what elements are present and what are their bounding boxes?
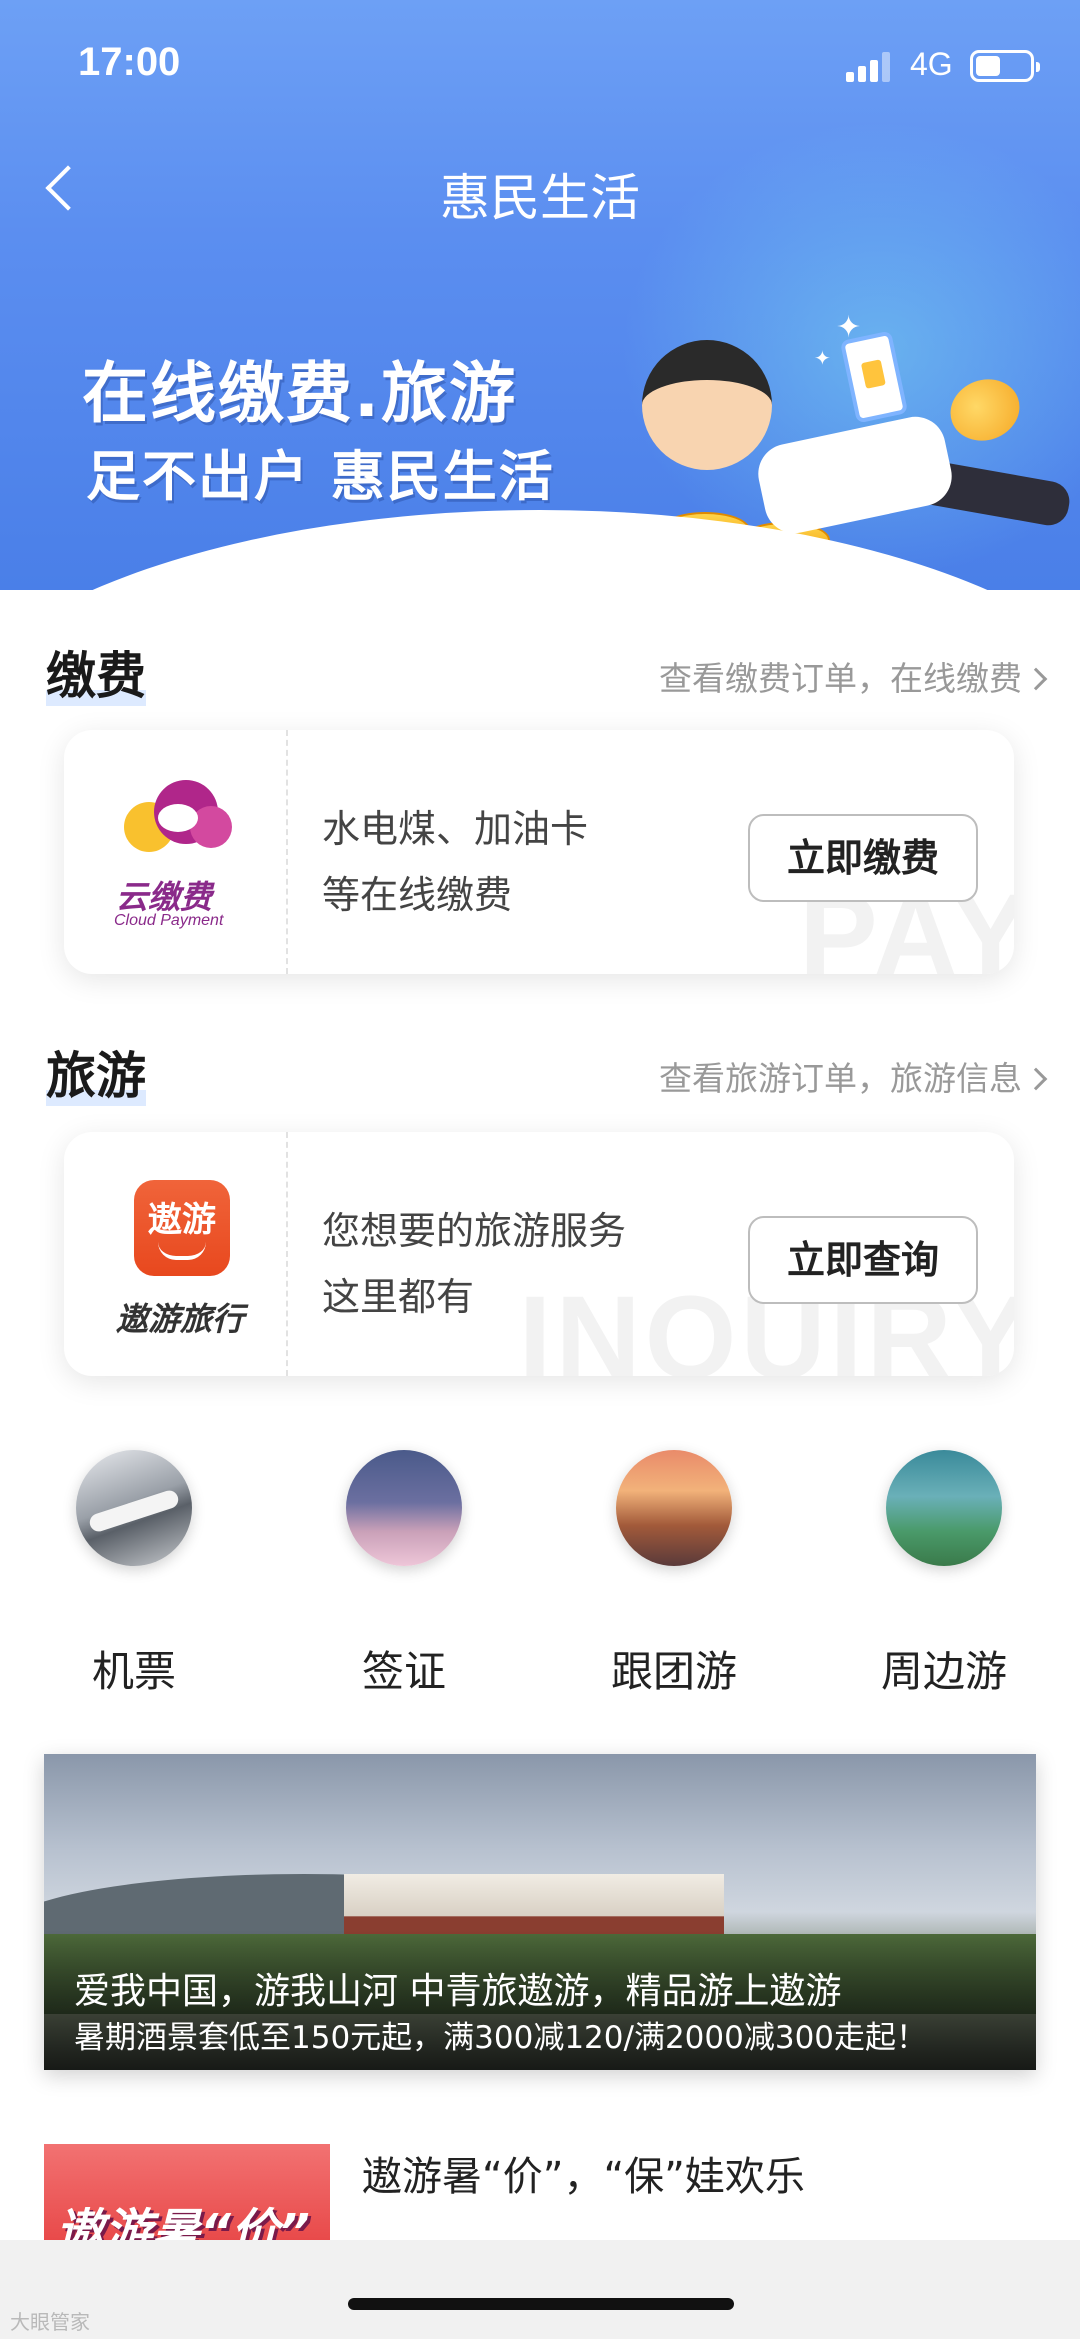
payment-desc-line1: 水电煤、加油卡 [322,807,589,851]
travel-description: 您想要的旅游服务 这里都有 [322,1198,626,1330]
coin-icon [941,369,1029,451]
brand-watermark: 大眼管家 [10,2310,90,2334]
payment-orders-link[interactable]: 查看缴费订单，在线缴费 [659,652,1048,700]
promo-banner-subtitle: 暑期酒景套低至150元起，满300减120/满2000减300走起！ [74,2020,928,2056]
travel-section-title: 旅游 [46,1047,146,1106]
home-indicator[interactable] [348,2298,734,2310]
category-label: 机票 [91,1647,176,1696]
hero-subheadline: 足不出户 惠民生活 [86,445,555,508]
category-label: 跟团游 [610,1647,737,1696]
bottom-bar [0,2240,1080,2339]
promo-banner-title: 爱我中国，游我山河 中青旅遨游，精品游上遨游 [74,1971,842,2012]
chevron-right-icon [1024,1067,1048,1091]
category-nearby-tour[interactable]: 周边游 [854,1450,1034,1700]
aoyou-logo-icon: 遨游 [134,1180,230,1276]
inquire-now-button[interactable]: 立即查询 [748,1216,978,1304]
signal-icon [846,52,896,82]
group-tour-photo-icon [616,1450,732,1566]
cloud-payment-logo-en: Cloud Payment [114,912,224,929]
category-label: 签证 [361,1647,446,1696]
visa-photo-icon [346,1450,462,1566]
payment-desc-line2: 等在线缴费 [322,873,513,917]
payment-card: PAY 云缴费 Cloud Payment 水电煤、加油卡 等在线缴费 立即缴费 [64,730,1014,974]
card-divider [286,1132,288,1376]
payment-section-title: 缴费 [46,647,146,706]
chevron-right-icon [1024,667,1048,691]
promo-banner[interactable]: 爱我中国，游我山河 中青旅遨游，精品游上遨游 暑期酒景套低至150元起，满300… [44,1754,1036,2070]
hero-headline: 在线缴费.旅游 [82,355,518,432]
travel-desc-line2: 这里都有 [322,1275,475,1319]
airplane-icon [76,1450,192,1566]
travel-desc-line1: 您想要的旅游服务 [322,1209,627,1253]
hero-banner: 17:00 4G 惠民生活 在线缴费.旅游 足不出户 惠民生活 ✦ ✦ [0,0,1080,590]
travel-card: INQUIRY 遨游 遨游旅行 您想要的旅游服务 这里都有 立即查询 [64,1132,1014,1376]
travel-orders-link[interactable]: 查看旅游订单，旅游信息 [659,1052,1048,1100]
battery-icon [970,50,1040,82]
category-label: 周边游 [880,1647,1007,1696]
category-flight[interactable]: 机票 [44,1450,224,1700]
network-type: 4G [910,46,953,82]
status-time: 17:00 [78,40,181,84]
payment-description: 水电煤、加油卡 等在线缴费 [322,796,588,928]
nearby-tour-photo-icon [886,1450,1002,1566]
card-divider [286,730,288,974]
aoyou-logo-text: 遨游旅行 [116,1300,245,1338]
page-title: 惠民生活 [440,169,640,227]
article-title[interactable]: 遨游暑“价”，“保”娃欢乐 [362,2144,805,2202]
status-bar: 17:00 4G [0,0,1080,130]
payment-orders-link-label: 查看缴费订单，在线缴费 [659,659,1022,698]
travel-orders-link-label: 查看旅游订单，旅游信息 [659,1059,1022,1098]
category-group-tour[interactable]: 跟团游 [584,1450,764,1700]
cloud-payment-logo-icon [114,780,234,860]
category-visa[interactable]: 签证 [314,1450,494,1700]
pay-now-button[interactable]: 立即缴费 [748,814,978,902]
